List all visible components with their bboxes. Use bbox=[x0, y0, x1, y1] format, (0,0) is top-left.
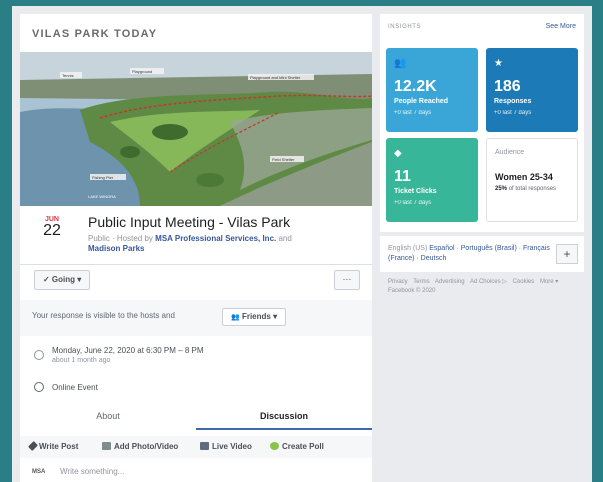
online-event-label: Online Event bbox=[52, 383, 98, 392]
divider bbox=[20, 264, 372, 265]
event-time-relative: about 1 month ago bbox=[52, 357, 111, 364]
response-visibility-text: Your response is visible to the hosts an… bbox=[32, 311, 175, 320]
svg-text:Fishing Pier: Fishing Pier bbox=[92, 175, 114, 180]
host-link-msa[interactable]: MSA Professional Services, Inc. bbox=[155, 234, 276, 243]
post-composer-actions: Write Post Add Photo/Video Live Video Cr… bbox=[20, 436, 372, 458]
svg-text:Playground and Mini Shelter: Playground and Mini Shelter bbox=[250, 75, 301, 80]
host-link-madison-parks[interactable]: Madison Parks bbox=[88, 244, 144, 253]
live-video-button[interactable]: Live Video bbox=[200, 442, 252, 451]
people-reached-label: People Reached bbox=[394, 98, 449, 105]
footer-link-ad-choices[interactable]: Ad Choices ▷ bbox=[470, 279, 507, 285]
tab-about[interactable]: About bbox=[20, 406, 196, 430]
ticket-clicks-value: 11 bbox=[394, 168, 411, 185]
event-time: Monday, June 22, 2020 at 6:30 PM – 8 PM bbox=[52, 346, 204, 355]
audience-share: 25% of total responses bbox=[495, 186, 557, 192]
event-cover-photo[interactable]: Tennis Playground Playground and Mini Sh… bbox=[20, 52, 372, 206]
footer-links: Privacy Terms Advertising Ad Choices ▷ C… bbox=[388, 278, 568, 296]
audience-card[interactable]: Audience Women 25-34 25% of total respon… bbox=[486, 138, 578, 222]
footer-link-more[interactable]: More ▾ bbox=[540, 279, 558, 285]
msa-avatar: MSA bbox=[32, 469, 46, 475]
poll-icon bbox=[270, 442, 279, 450]
people-reached-card[interactable]: 👥 12.2K People Reached +0 last 7 days bbox=[386, 48, 478, 132]
people-icon: 👥 bbox=[394, 58, 407, 69]
responses-card[interactable]: ★ 186 Responses +0 last 7 days bbox=[486, 48, 578, 132]
svg-text:Playground: Playground bbox=[132, 69, 152, 74]
write-something-input[interactable]: Write something... bbox=[60, 467, 124, 476]
ticket-icon: ◆ bbox=[394, 148, 402, 159]
write-post-button[interactable]: Write Post bbox=[28, 441, 78, 451]
footer-link-cookies[interactable]: Cookies bbox=[513, 279, 535, 285]
event-tabs: About Discussion bbox=[20, 406, 372, 430]
footer-link-advertising[interactable]: Advertising bbox=[435, 279, 465, 285]
audience-value: Women 25-34 bbox=[495, 172, 553, 182]
event-main-column: VILAS PARK TODAY Tennis Playground Playg… bbox=[20, 14, 372, 482]
see-more-link[interactable]: See More bbox=[546, 23, 576, 30]
create-poll-button[interactable]: Create Poll bbox=[270, 442, 324, 451]
facebook-event-page: VILAS PARK TODAY Tennis Playground Playg… bbox=[12, 6, 592, 482]
aerial-park-image: Tennis Playground Playground and Mini Sh… bbox=[20, 52, 372, 206]
clock-icon bbox=[34, 350, 44, 360]
svg-text:Field Shelter: Field Shelter bbox=[272, 157, 295, 162]
insights-title: INSIGHTS bbox=[388, 24, 422, 30]
video-icon bbox=[200, 442, 209, 450]
add-language-button[interactable]: + bbox=[556, 244, 578, 264]
ticket-clicks-card[interactable]: ◆ 11 Ticket Clicks +0 last 7 days bbox=[386, 138, 478, 222]
hosts-prefix: Public · Hosted by bbox=[88, 234, 153, 243]
response-visibility-row: Your response is visible to the hosts an… bbox=[20, 300, 372, 336]
friends-audience-button[interactable]: 👥 Friends ▾ bbox=[222, 308, 287, 326]
hosts-and: and bbox=[278, 234, 292, 243]
responses-value: 186 bbox=[494, 78, 521, 95]
ticket-clicks-label: Ticket Clicks bbox=[394, 188, 437, 195]
insights-panel: INSIGHTS See More 👥 12.2K People Reached… bbox=[380, 14, 584, 232]
audience-label: Audience bbox=[495, 149, 525, 156]
photo-icon bbox=[102, 442, 111, 450]
friends-label: Friends ▾ bbox=[241, 312, 278, 321]
globe-icon bbox=[34, 382, 44, 392]
responses-delta: +0 last 7 days bbox=[494, 110, 532, 116]
tab-discussion[interactable]: Discussion bbox=[196, 406, 372, 430]
more-options-button[interactable]: ··· bbox=[334, 270, 360, 290]
going-button[interactable]: ✓ Going ▾ bbox=[34, 270, 91, 290]
language-selector: English (US) Español · Português (Brasil… bbox=[380, 236, 584, 272]
pencil-icon bbox=[28, 441, 38, 451]
event-date-badge: JUN 22 bbox=[40, 216, 64, 239]
event-title: Public Input Meeting - Vilas Park bbox=[88, 214, 291, 230]
people-reached-value: 12.2K bbox=[394, 78, 437, 95]
people-reached-delta: +0 last 7 days bbox=[394, 110, 432, 116]
svg-text:Tennis: Tennis bbox=[62, 73, 74, 78]
event-hosts: Public · Hosted by MSA Professional Serv… bbox=[88, 233, 368, 244]
svg-text:LAKE WINGRA: LAKE WINGRA bbox=[88, 194, 116, 199]
date-day: 22 bbox=[43, 222, 61, 239]
cover-caption: VILAS PARK TODAY bbox=[32, 28, 158, 40]
ticket-clicks-delta: +0 last 7 days bbox=[394, 200, 432, 206]
add-photo-video-button[interactable]: Add Photo/Video bbox=[102, 442, 178, 451]
footer-link-terms[interactable]: Terms bbox=[413, 279, 429, 285]
current-language: English (US) bbox=[388, 245, 428, 252]
responses-label: Responses bbox=[494, 98, 532, 105]
people-icon: 👥 bbox=[231, 314, 240, 321]
copyright: Facebook © 2020 bbox=[388, 288, 436, 294]
footer-link-privacy[interactable]: Privacy bbox=[388, 279, 408, 285]
language-list: English (US) Español · Português (Brasil… bbox=[388, 244, 550, 264]
star-icon: ★ bbox=[494, 58, 503, 69]
